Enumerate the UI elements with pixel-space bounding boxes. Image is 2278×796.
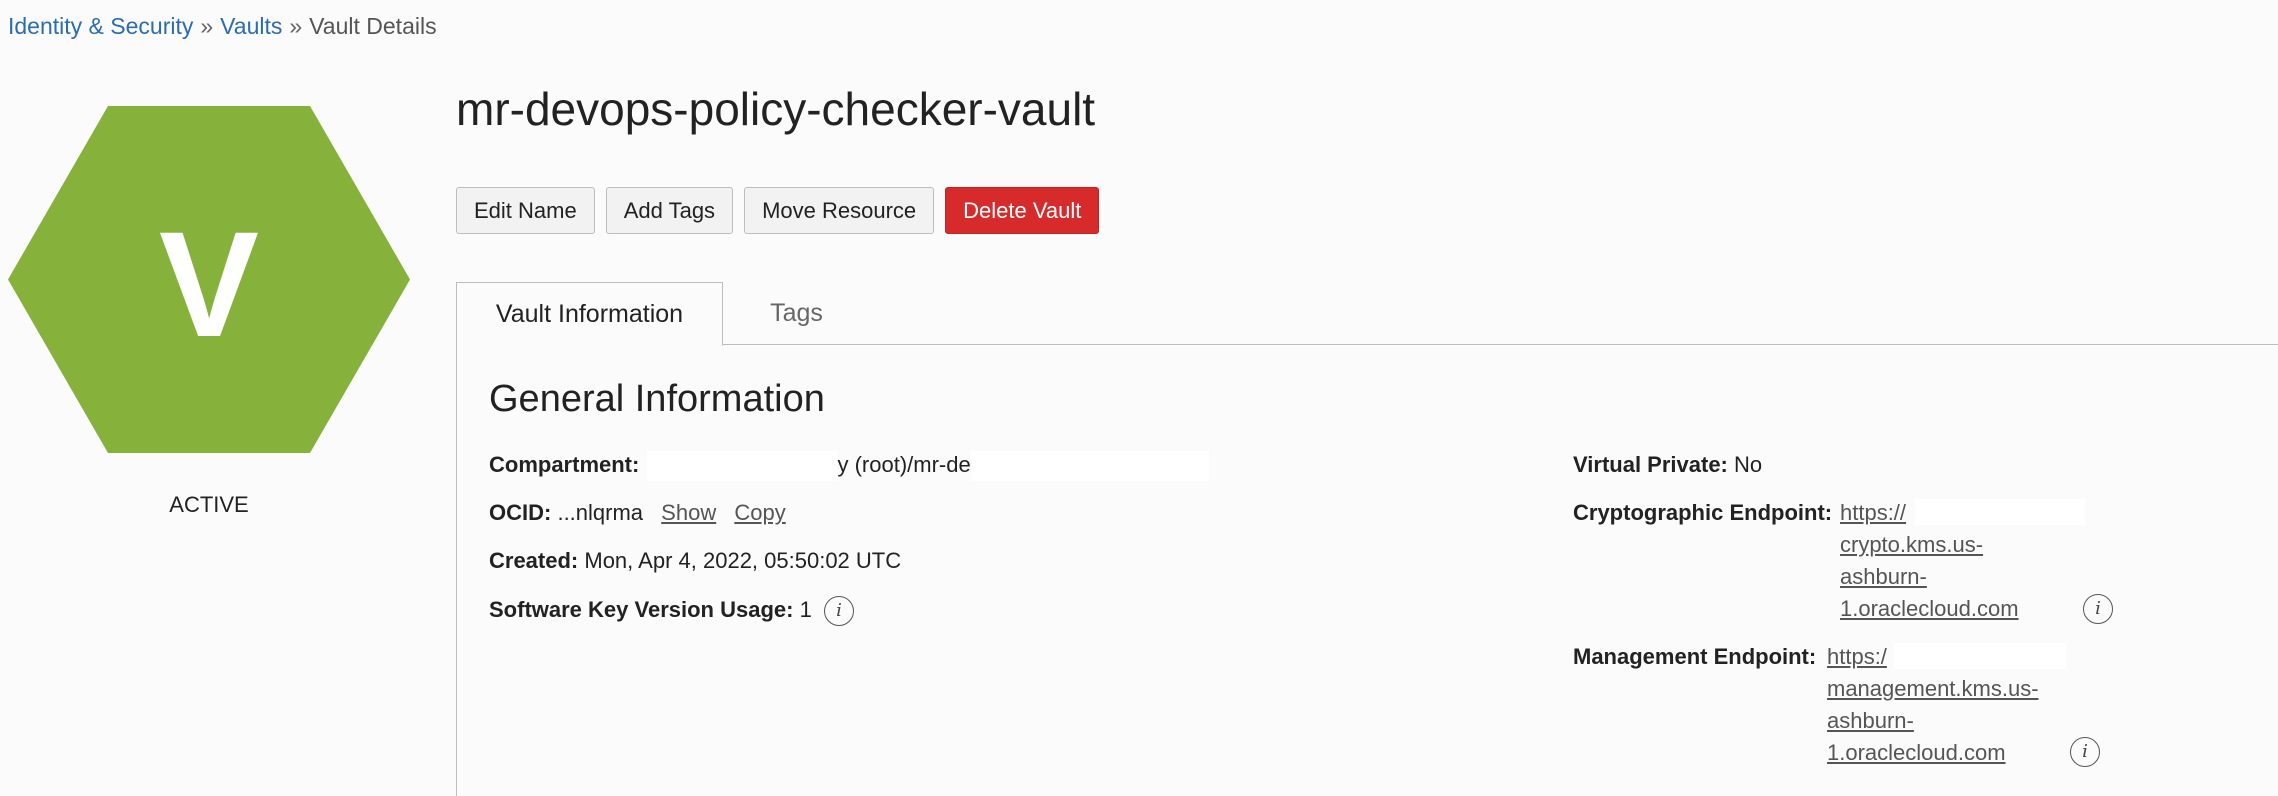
tab-bar: Vault Information Tags bbox=[456, 282, 2278, 346]
software-key-usage-field: Software Key Version Usage: 1 i bbox=[489, 594, 854, 627]
compartment-value: y (root)/mr-de bbox=[837, 452, 971, 477]
tab-tags[interactable]: Tags bbox=[723, 282, 870, 345]
page-title: mr-devops-policy-checker-vault bbox=[456, 83, 1096, 135]
redacted-area bbox=[647, 451, 838, 482]
endpoint-line[interactable]: management.kms.us- bbox=[1827, 673, 2039, 705]
ocid-copy-link[interactable]: Copy bbox=[734, 500, 785, 525]
breadcrumb-separator: » bbox=[200, 13, 214, 39]
breadcrumb-identity-security[interactable]: Identity & Security bbox=[8, 13, 193, 39]
move-resource-button[interactable]: Move Resource bbox=[744, 187, 935, 234]
add-tags-button[interactable]: Add Tags bbox=[605, 187, 734, 234]
virtual-private-label: Virtual Private: bbox=[1573, 452, 1728, 477]
endpoint-line[interactable]: ashburn- bbox=[1840, 561, 2019, 593]
endpoint-line[interactable]: crypto.kms.us- bbox=[1840, 529, 2019, 561]
action-toolbar: Edit Name Add Tags Move Resource Delete … bbox=[456, 187, 1100, 234]
info-icon[interactable]: i bbox=[2083, 594, 2113, 624]
breadcrumb-separator: » bbox=[289, 13, 303, 39]
delete-vault-button[interactable]: Delete Vault bbox=[945, 187, 1100, 234]
compartment-field: Compartment: y (root)/mr-de bbox=[489, 449, 1209, 482]
endpoint-line[interactable]: 1.oraclecloud.com bbox=[1827, 737, 2039, 769]
redacted-area bbox=[970, 451, 1209, 482]
hexagon-svg: V bbox=[8, 106, 410, 453]
endpoint-line[interactable]: ashburn- bbox=[1827, 705, 2039, 737]
management-endpoint-label: Management Endpoint: bbox=[1573, 644, 1817, 669]
compartment-label: Compartment: bbox=[489, 452, 640, 477]
redacted-area bbox=[1915, 499, 2085, 525]
ocid-value: ...nlqrma bbox=[557, 500, 644, 525]
redacted-area bbox=[1894, 643, 2066, 669]
info-icon[interactable]: i bbox=[2070, 737, 2100, 767]
created-label: Created: bbox=[489, 548, 579, 573]
ocid-show-link[interactable]: Show bbox=[661, 500, 716, 525]
ocid-field: OCID: ...nlqrma Show Copy bbox=[489, 497, 786, 529]
breadcrumb-current: Vault Details bbox=[309, 13, 437, 39]
software-key-usage-label: Software Key Version Usage: bbox=[489, 597, 794, 622]
resource-icon-letter: V bbox=[159, 200, 259, 368]
endpoint-line[interactable]: 1.oraclecloud.com bbox=[1840, 593, 2019, 625]
resource-hexagon-icon: V bbox=[8, 106, 410, 453]
virtual-private-value: No bbox=[1734, 452, 1763, 477]
edit-name-button[interactable]: Edit Name bbox=[456, 187, 595, 234]
ocid-label: OCID: bbox=[489, 500, 552, 525]
tab-vault-information[interactable]: Vault Information bbox=[456, 282, 723, 346]
info-icon[interactable]: i bbox=[823, 596, 854, 627]
created-value: Mon, Apr 4, 2022, 05:50:02 UTC bbox=[584, 548, 902, 573]
status-badge: ACTIVE bbox=[169, 492, 249, 517]
section-title-general-information: General Information bbox=[489, 378, 825, 420]
created-field: Created: Mon, Apr 4, 2022, 05:50:02 UTC bbox=[489, 545, 901, 577]
breadcrumb: Identity & Security» Vaults» Vault Details bbox=[8, 13, 437, 40]
breadcrumb-vaults[interactable]: Vaults bbox=[220, 13, 282, 39]
software-key-usage-value: 1 bbox=[799, 597, 812, 622]
cryptographic-endpoint-label: Cryptographic Endpoint: bbox=[1573, 500, 1833, 525]
virtual-private-field: Virtual Private: No bbox=[1573, 449, 1762, 481]
